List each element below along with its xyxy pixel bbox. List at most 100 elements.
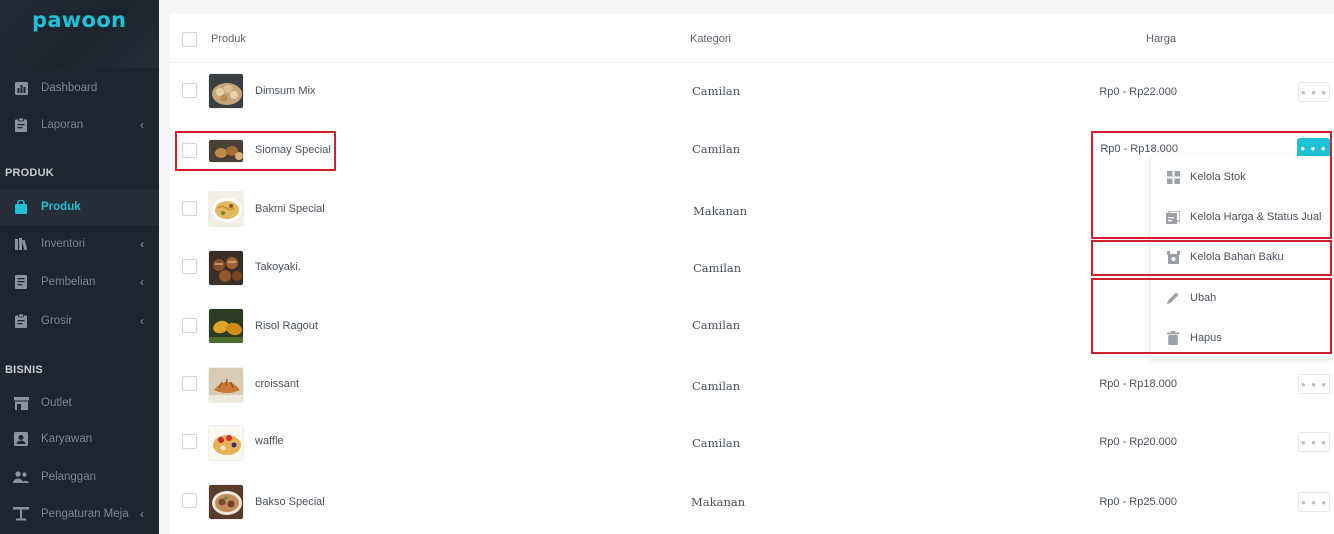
sidebar-item-label: Grosir [41, 315, 73, 327]
chevron-left-icon: ‹ [140, 507, 144, 521]
row-checkbox[interactable] [182, 376, 197, 391]
product-category: Camilan [692, 142, 741, 156]
chevron-left-icon: ‹ [140, 237, 144, 251]
menu-item-kelola-stok[interactable]: Kelola Stok [1151, 157, 1334, 197]
menu-item-kelola-bahan-baku[interactable]: Kelola Bahan Baku [1151, 237, 1334, 277]
more-options-button[interactable]: • • • [1298, 374, 1330, 394]
pencil-icon [1165, 290, 1181, 306]
product-thumbnail [208, 191, 244, 227]
id-card-icon [13, 431, 29, 447]
menu-item-hapus[interactable]: Hapus [1151, 318, 1334, 358]
sidebar-item-inventori[interactable]: Inventori ‹ [0, 226, 159, 262]
sidebar-item-outlet[interactable]: Outlet [0, 385, 159, 421]
table-row[interactable]: Dimsum Mix Camilan Rp0 - Rp22.000 • • • [170, 63, 1334, 121]
sidebar-item-label: Produk [41, 201, 81, 213]
product-thumbnail [208, 73, 244, 109]
product-price: Rp0 - Rp18.000 [1100, 143, 1178, 155]
product-name[interactable]: waffle [255, 435, 284, 447]
row-checkbox[interactable] [182, 83, 197, 98]
product-price: Rp0 - Rp18.000 [1099, 378, 1177, 390]
product-thumbnail [208, 367, 244, 403]
row-checkbox[interactable] [182, 201, 197, 216]
product-thumbnail [208, 425, 244, 461]
document-icon [13, 274, 29, 290]
product-thumbnail [208, 250, 244, 286]
sidebar-item-pelanggan[interactable]: Pelanggan [0, 459, 159, 495]
column-header-category: Kategori [690, 33, 731, 45]
product-thumbnail [208, 139, 244, 163]
sidebar-item-label: Laporan [41, 119, 84, 131]
product-price: Rp0 - Rp25.000 [1099, 496, 1177, 508]
bar-chart-icon [13, 80, 29, 96]
product-name[interactable]: Takoyaki. [255, 261, 301, 273]
table-row[interactable]: Bakso Special Makanan Rp0 - Rp25.000 • •… [170, 469, 1334, 534]
table-row[interactable]: croissant Camilan Rp0 - Rp18.000 • • • [170, 353, 1334, 411]
product-price: Rp0 - Rp20.000 [1099, 436, 1177, 448]
column-header-price: Harga [1146, 33, 1176, 45]
menu-item-label: Ubah [1190, 292, 1217, 304]
books-icon [13, 236, 29, 252]
product-price: Rp0 - Rp22.000 [1099, 86, 1177, 98]
select-all-checkbox[interactable] [182, 32, 197, 47]
menu-item-ubah[interactable]: Ubah [1151, 278, 1334, 318]
table-header: Produk Kategori Harga [170, 14, 1334, 63]
sidebar-item-label: Karyawan [41, 433, 93, 445]
menu-item-label: Kelola Harga & Status Jual [1190, 211, 1322, 223]
row-checkbox[interactable] [182, 493, 197, 508]
section-title-bisnis: BISNIS [5, 364, 43, 376]
store-icon [13, 395, 29, 411]
product-category: Camilan [692, 84, 741, 98]
row-checkbox[interactable] [182, 434, 197, 449]
sidebar-item-dashboard[interactable]: Dashboard [0, 70, 159, 106]
product-category: Makanan [693, 204, 748, 218]
sidebar-item-pengaturan-meja[interactable]: Pengaturan Meja ‹ [0, 496, 159, 532]
chevron-left-icon: ‹ [140, 314, 144, 328]
product-category: Makanan [691, 495, 746, 509]
product-name[interactable]: Dimsum Mix [255, 85, 316, 97]
sidebar-item-grosir[interactable]: Grosir ‹ [0, 303, 159, 339]
product-name[interactable]: Bakso Special [255, 496, 325, 508]
clipboard-icon [13, 313, 29, 329]
more-options-button[interactable]: • • • [1298, 82, 1330, 102]
sidebar-item-label: Dashboard [41, 82, 98, 94]
more-options-button-active[interactable]: • • • [1297, 138, 1330, 158]
product-category: Camilan [692, 318, 741, 332]
chevron-left-icon: ‹ [140, 275, 144, 289]
sidebar-header: pawoon [0, 0, 159, 68]
row-checkbox[interactable] [182, 318, 197, 333]
sidebar-item-label: Pembelian [41, 276, 96, 288]
product-name[interactable]: Siomay Special [255, 144, 331, 156]
pawoon-logo[interactable]: pawoon [32, 8, 126, 32]
product-category: Camilan [692, 436, 741, 450]
sidebar-item-produk[interactable]: Produk [0, 189, 159, 225]
price-tag-icon [1165, 209, 1181, 225]
sidebar-item-pembelian[interactable]: Pembelian ‹ [0, 264, 159, 300]
sidebar-item-label: Inventori [41, 238, 86, 250]
more-options-button[interactable]: • • • [1298, 432, 1330, 452]
clipboard-icon [13, 117, 29, 133]
table-icon [13, 506, 29, 522]
sidebar-item-karyawan[interactable]: Karyawan [0, 421, 159, 457]
product-name[interactable]: Bakmi Special [255, 203, 325, 215]
bag-icon [13, 199, 29, 215]
chevron-left-icon: ‹ [140, 118, 144, 132]
sidebar-item-laporan[interactable]: Laporan ‹ [0, 107, 159, 143]
product-name[interactable]: croissant [255, 378, 299, 390]
more-options-button[interactable]: • • • [1298, 492, 1330, 512]
table-row[interactable]: waffle Camilan Rp0 - Rp20.000 • • • [170, 411, 1334, 469]
row-actions-dropdown: Kelola Stok Kelola Harga & Status Jual K… [1150, 156, 1334, 358]
sidebar-item-label: Pengaturan Meja [41, 508, 129, 520]
section-title-produk: PRODUK [5, 167, 54, 179]
product-category: Camilan [692, 379, 741, 393]
grid-icon [1165, 169, 1181, 185]
row-checkbox[interactable] [182, 259, 197, 274]
row-checkbox[interactable] [182, 143, 197, 158]
trash-icon [1165, 330, 1181, 346]
product-thumbnail [208, 308, 244, 344]
menu-item-kelola-harga[interactable]: Kelola Harga & Status Jual [1151, 197, 1334, 237]
ingredient-icon [1165, 249, 1181, 265]
menu-item-label: Hapus [1190, 332, 1222, 344]
column-header-product: Produk [211, 33, 246, 45]
product-name[interactable]: Risol Ragout [255, 320, 318, 332]
sidebar-item-label: Outlet [41, 397, 72, 409]
